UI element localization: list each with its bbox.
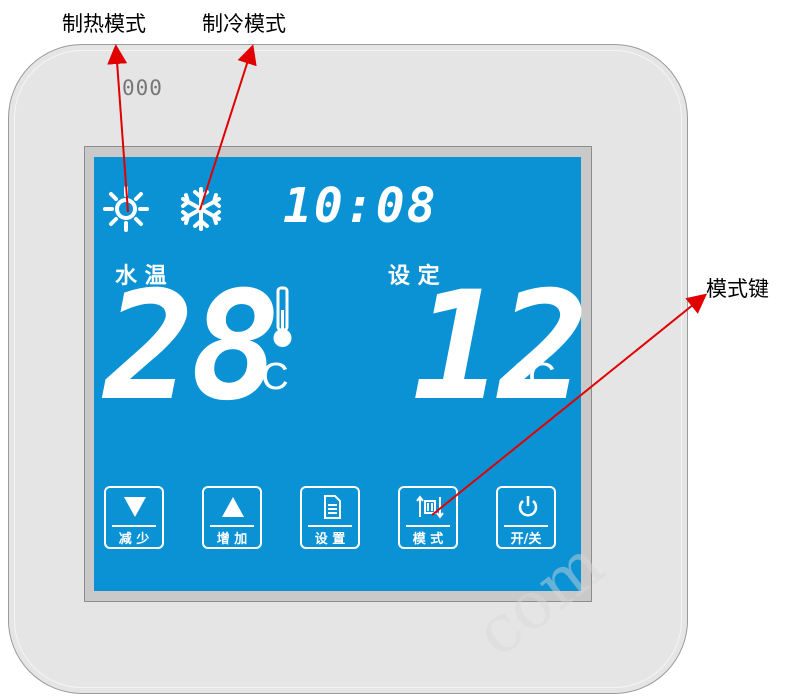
settings-button[interactable]: 设 置 bbox=[300, 486, 360, 549]
settings-button-label: 设 置 bbox=[314, 532, 346, 547]
increase-button[interactable]: 增 加 bbox=[202, 486, 262, 549]
mode-key-callout: 模式键 bbox=[706, 277, 769, 301]
water-temp-unit: °C bbox=[246, 356, 289, 398]
button-divider bbox=[406, 525, 450, 527]
mode-button-label: 模 式 bbox=[412, 532, 444, 547]
increase-button-label: 增 加 bbox=[216, 532, 248, 547]
power-icon bbox=[518, 496, 538, 517]
setpoint-value: 12 bbox=[412, 260, 589, 434]
mode-button[interactable]: 模 式 bbox=[398, 486, 458, 549]
mode-cycle-icon bbox=[416, 495, 444, 519]
snowflake-icon bbox=[181, 187, 221, 231]
thermometer-icon bbox=[273, 286, 292, 347]
brand-mark: 000 bbox=[122, 76, 163, 100]
power-button[interactable]: 开/关 bbox=[496, 486, 556, 549]
clock-display: 10:08 bbox=[283, 178, 438, 234]
triangle-down-icon bbox=[124, 497, 146, 517]
button-divider bbox=[308, 525, 352, 527]
button-divider bbox=[112, 525, 156, 527]
button-divider bbox=[210, 525, 254, 527]
water-temp-value: 28 bbox=[104, 260, 281, 434]
decrease-button[interactable]: 减 少 bbox=[104, 486, 164, 549]
settings-document-icon bbox=[324, 495, 341, 519]
triangle-up-icon bbox=[222, 497, 244, 517]
decrease-button-label: 减 少 bbox=[118, 532, 150, 547]
button-divider bbox=[504, 525, 548, 527]
cool-mode-callout: 制冷模式 bbox=[202, 12, 286, 36]
heat-mode-callout: 制热模式 bbox=[62, 12, 146, 36]
sun-icon bbox=[103, 186, 149, 232]
setpoint-unit: °C bbox=[513, 356, 556, 398]
